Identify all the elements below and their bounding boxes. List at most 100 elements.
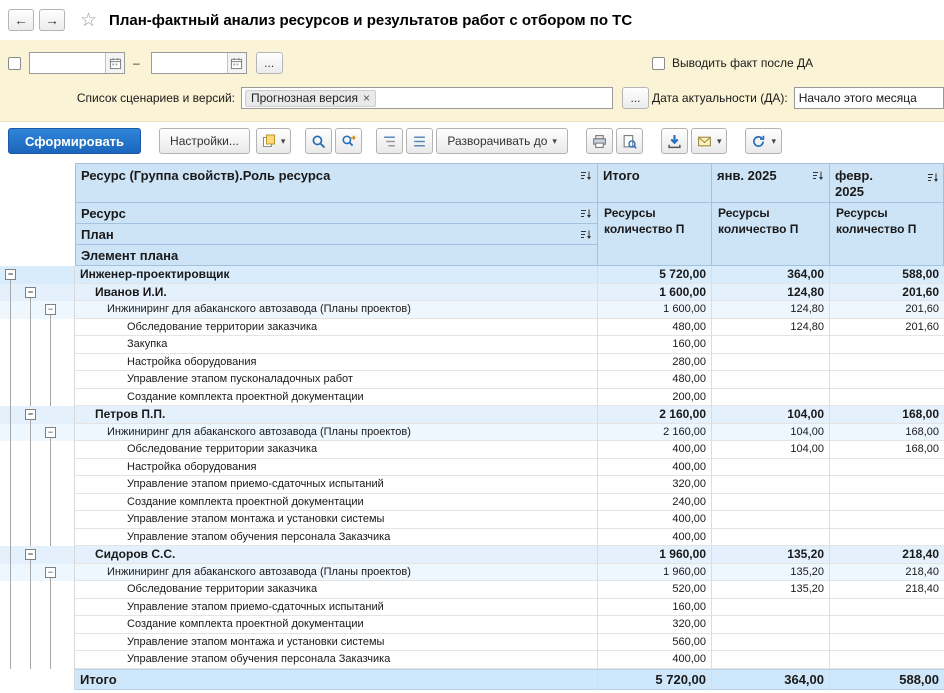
period-enable-checkbox[interactable]: [8, 57, 21, 70]
row-label-cell: Петров П.П.: [75, 406, 598, 424]
tree-collapse-box[interactable]: −: [45, 304, 56, 315]
show-fact-checkbox[interactable]: [652, 57, 665, 70]
table-row[interactable]: Управление этапом пусконаладочных работ …: [0, 371, 944, 389]
measure-header-jan[interactable]: Ресурсы количество П: [712, 203, 830, 266]
table-row[interactable]: − Иванов И.И. 1 600,00 124,80 201,60: [0, 284, 944, 302]
row-total-value: 200,00: [598, 389, 712, 407]
table-row[interactable]: Управление этапом монтажа и установки си…: [0, 511, 944, 529]
table-row[interactable]: Создание комплекта проектной документаци…: [0, 389, 944, 407]
table-row[interactable]: − Петров П.П. 2 160,00 104,00 168,00: [0, 406, 944, 424]
table-row[interactable]: − Сидоров С.С. 1 960,00 135,20 218,40: [0, 546, 944, 564]
sub-header-resource[interactable]: Ресурс: [76, 203, 597, 224]
table-row[interactable]: Управление этапом приемо-сдаточных испыт…: [0, 476, 944, 494]
sort-icon[interactable]: [580, 208, 592, 220]
row-total-value: 280,00: [598, 354, 712, 372]
table-row[interactable]: Управление этапом обучения персонала Зак…: [0, 529, 944, 547]
row-jan-value: [712, 616, 830, 634]
table-row[interactable]: − Инженер-проектировщик 5 720,00 364,00 …: [0, 266, 944, 284]
period-to-input[interactable]: [151, 52, 247, 74]
table-row[interactable]: Настройка оборудования 280,00: [0, 354, 944, 372]
table-row[interactable]: Настройка оборудования 400,00: [0, 459, 944, 477]
table-row[interactable]: Управление этапом приемо-сдаточных испыт…: [0, 599, 944, 617]
expand-levels-button[interactable]: [406, 128, 433, 154]
tag-remove-icon[interactable]: ×: [363, 91, 370, 105]
back-button[interactable]: ←: [8, 9, 34, 31]
report-table: Ресурс (Группа свойств).Роль ресурса Ито…: [0, 163, 944, 690]
collapse-levels-button[interactable]: [376, 128, 403, 154]
scenario-tag[interactable]: Прогнозная версия ×: [245, 90, 376, 107]
column-header-total[interactable]: Итого: [598, 163, 712, 203]
tree-collapse-box[interactable]: −: [25, 549, 36, 560]
search-next-button[interactable]: [335, 128, 362, 154]
measure-header-total[interactable]: Ресурсы количество П: [598, 203, 712, 266]
column-header-feb-2025[interactable]: февр. 2025: [830, 163, 944, 203]
table-row[interactable]: − Инжиниринг для абаканского автозавода …: [0, 424, 944, 442]
settings-button[interactable]: Настройки...: [159, 128, 250, 154]
scenario-input[interactable]: Прогнозная версия ×: [241, 87, 613, 109]
sort-icon[interactable]: [927, 172, 939, 184]
forward-button[interactable]: →: [39, 9, 65, 31]
tree-collapse-box[interactable]: −: [25, 287, 36, 298]
print-preview-button[interactable]: [616, 128, 643, 154]
save-export-button[interactable]: [661, 128, 688, 154]
table-row[interactable]: Обследование территории заказчика 520,00…: [0, 581, 944, 599]
sub-header-plan[interactable]: План: [76, 224, 597, 245]
print-button[interactable]: [586, 128, 613, 154]
sort-icon[interactable]: [580, 170, 592, 182]
expand-to-button[interactable]: Разворачивать до ▾: [436, 128, 568, 154]
search-button[interactable]: [305, 128, 332, 154]
column-header-jan-2025[interactable]: янв. 2025: [712, 163, 830, 203]
column-header-resource-role[interactable]: Ресурс (Группа свойств).Роль ресурса: [75, 163, 598, 203]
report-variants-button[interactable]: ▾: [256, 128, 292, 154]
tree-gutter: [0, 511, 75, 529]
tree-gutter: −: [0, 546, 75, 564]
titlebar: ← → ☆ План-фактный анализ ресурсов и рез…: [0, 0, 944, 40]
row-feb-value: [830, 336, 944, 354]
row-label: Создание комплекта проектной документаци…: [127, 618, 364, 630]
table-row[interactable]: − Инжиниринг для абаканского автозавода …: [0, 301, 944, 319]
tree-collapse-box[interactable]: −: [25, 409, 36, 420]
row-label-cell: Настройка оборудования: [75, 459, 598, 477]
calendar-button[interactable]: [227, 53, 246, 73]
row-label-cell: Инжиниринг для абаканского автозавода (П…: [75, 564, 598, 582]
row-jan-value: 124,80: [712, 284, 830, 302]
actuality-select[interactable]: Начало этого месяца: [794, 87, 944, 109]
table-footer-row[interactable]: Итого 5 720,00 364,00 588,00: [0, 669, 944, 690]
dropdown-arrow-icon: ▾: [281, 136, 286, 147]
refresh-button[interactable]: ▾: [745, 128, 782, 154]
show-fact-label: Выводить факт после ДА: [672, 56, 813, 70]
forward-icon: →: [45, 12, 59, 28]
row-total-value: 2 160,00: [598, 424, 712, 442]
collapse-levels-icon: [382, 134, 397, 149]
generate-button[interactable]: Сформировать: [8, 128, 141, 154]
table-row[interactable]: Обследование территории заказчика 400,00…: [0, 441, 944, 459]
table-row[interactable]: Управление этапом обучения персонала Зак…: [0, 651, 944, 669]
table-row[interactable]: Закупка 160,00: [0, 336, 944, 354]
row-total-value: 400,00: [598, 459, 712, 477]
period-more-button[interactable]: ...: [256, 52, 283, 74]
tree-collapse-box[interactable]: −: [5, 269, 16, 280]
row-label-cell: Создание комплекта проектной документаци…: [75, 616, 598, 634]
sort-icon[interactable]: [580, 229, 592, 241]
table-row[interactable]: Управление этапом монтажа и установки си…: [0, 634, 944, 652]
row-label: Инжиниринг для абаканского автозавода (П…: [107, 426, 411, 438]
table-row[interactable]: Обследование территории заказчика 480,00…: [0, 319, 944, 337]
table-row[interactable]: Создание комплекта проектной документаци…: [0, 494, 944, 512]
table-row[interactable]: − Инжиниринг для абаканского автозавода …: [0, 564, 944, 582]
sub-header-plan-element[interactable]: Элемент плана: [76, 245, 597, 266]
scenario-more-button[interactable]: ...: [622, 87, 649, 109]
favorite-star-icon[interactable]: ☆: [80, 9, 97, 32]
header-gutter: [0, 203, 75, 266]
measure-header-feb[interactable]: Ресурсы количество П: [830, 203, 944, 266]
tree-collapse-box[interactable]: −: [45, 567, 56, 578]
table-row[interactable]: Создание комплекта проектной документаци…: [0, 616, 944, 634]
tree-collapse-box[interactable]: −: [45, 427, 56, 438]
send-email-button[interactable]: ▾: [691, 128, 728, 154]
actuality-label: Дата актуальности (ДА):: [652, 91, 788, 105]
row-feb-value: [830, 634, 944, 652]
row-label: Управление этапом пусконаладочных работ: [127, 373, 353, 385]
period-from-input[interactable]: [29, 52, 125, 74]
row-label: Управление этапом монтажа и установки си…: [127, 636, 384, 648]
calendar-button[interactable]: [105, 53, 124, 73]
sort-icon[interactable]: [812, 170, 824, 182]
